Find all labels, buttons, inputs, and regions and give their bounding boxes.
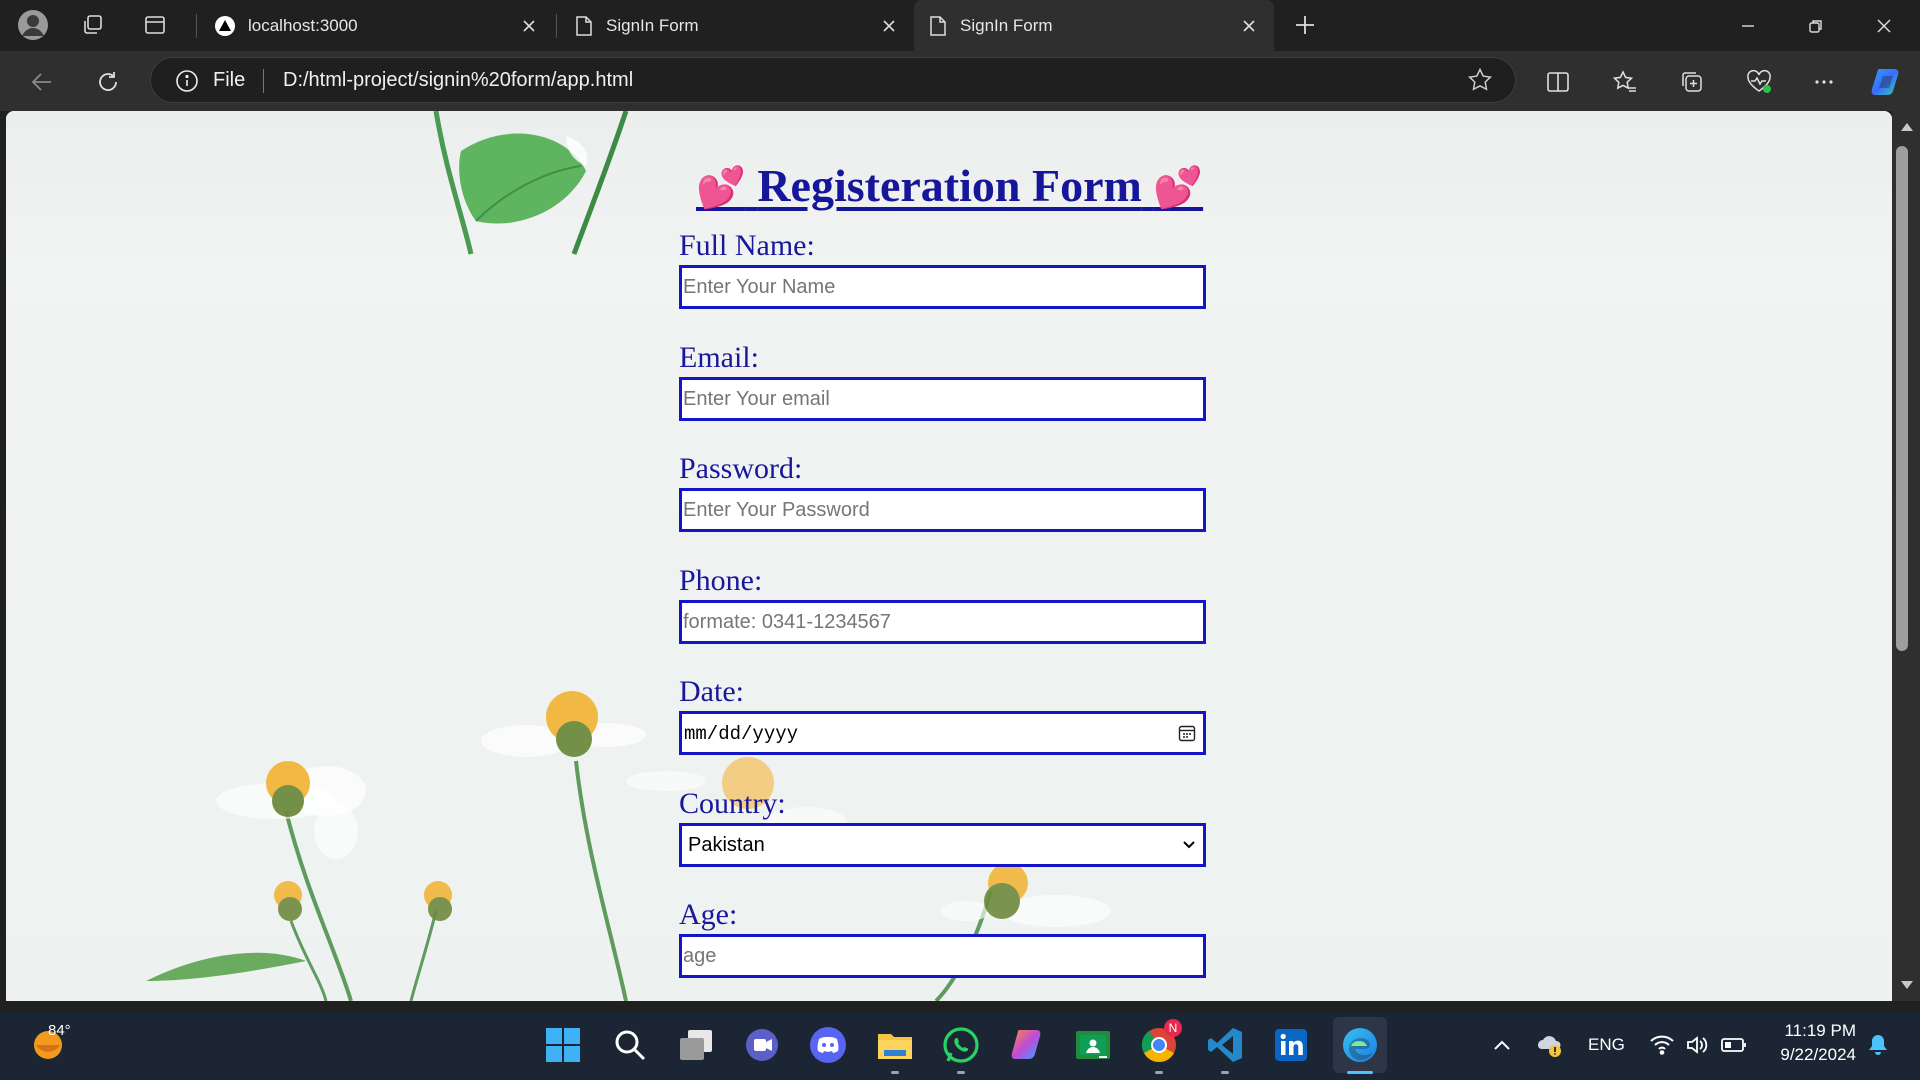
copilot-app-icon[interactable]: [1005, 1023, 1049, 1067]
phone-label: Phone:: [679, 564, 763, 597]
favorites-icon[interactable]: [1607, 64, 1643, 100]
workspaces-icon[interactable]: [76, 8, 110, 42]
vertical-tabs-icon[interactable]: [138, 8, 172, 42]
collections-icon[interactable]: [1674, 64, 1710, 100]
phone-placeholder: formate: 0341-1234567: [683, 611, 891, 633]
discord-icon[interactable]: [806, 1023, 850, 1067]
document-icon: [930, 15, 946, 36]
search-icon[interactable]: [608, 1023, 652, 1067]
tab-localhost[interactable]: localhost:3000: [200, 0, 554, 51]
full-name-placeholder: Enter Your Name: [683, 276, 836, 298]
scroll-down-arrow-icon[interactable]: [1900, 979, 1914, 991]
page-viewport: 💕 Registeration Form 💕 Full Name: Enter …: [6, 111, 1892, 1001]
weather-temperature: 84°: [48, 1022, 71, 1039]
file-explorer-icon[interactable]: [873, 1023, 917, 1067]
whatsapp-icon[interactable]: [939, 1023, 983, 1067]
calendar-icon[interactable]: [1177, 723, 1197, 748]
full-name-input[interactable]: Enter Your Name: [679, 265, 1206, 309]
windows-taskbar: 84° N ENG 11:19 PM 9/22/2024: [0, 1011, 1920, 1080]
tab-label: SignIn Form: [960, 15, 1053, 35]
linkedin-icon[interactable]: [1269, 1023, 1313, 1067]
back-arrow-icon[interactable]: [24, 64, 60, 100]
input-language[interactable]: ENG: [1588, 1035, 1625, 1055]
email-label: Email:: [679, 341, 759, 374]
full-name-label: Full Name:: [679, 229, 815, 262]
split-screen-icon[interactable]: [1540, 64, 1576, 100]
tab-label: SignIn Form: [606, 15, 699, 35]
nextjs-favicon-icon: [215, 15, 235, 36]
age-label: Age:: [679, 898, 738, 931]
onedrive-warning-icon[interactable]: [1527, 1023, 1571, 1067]
windows-start-icon[interactable]: [541, 1023, 585, 1067]
date-label: Date:: [679, 675, 744, 708]
running-indicator: [957, 1071, 965, 1074]
password-input[interactable]: Enter Your Password: [679, 488, 1206, 532]
document-icon: [576, 15, 592, 36]
show-hidden-icons-chevron-up-icon[interactable]: [1480, 1023, 1524, 1067]
tab-signin-form-1[interactable]: SignIn Form: [560, 0, 914, 51]
running-indicator: [891, 1071, 899, 1074]
hearts-icon: 💕: [1153, 165, 1204, 210]
info-icon[interactable]: [175, 69, 199, 98]
address-bar[interactable]: File D:/html-project/signin%20form/app.h…: [150, 57, 1516, 103]
battery-icon[interactable]: [1712, 1023, 1756, 1067]
minimize-icon[interactable]: [1714, 0, 1782, 51]
copilot-icon[interactable]: [1868, 64, 1904, 100]
form-title: 💕 Registeration Form 💕: [696, 159, 1203, 212]
task-view-icon[interactable]: [674, 1023, 718, 1067]
notification-bell-icon[interactable]: [1856, 1023, 1900, 1067]
tab-label: localhost:3000: [248, 15, 358, 35]
more-options-icon[interactable]: [1806, 64, 1842, 100]
tab-separator: [196, 14, 197, 38]
country-label: Country:: [679, 787, 786, 820]
chevron-down-icon: [1181, 838, 1197, 857]
email-input[interactable]: Enter Your email: [679, 377, 1206, 421]
restore-icon[interactable]: [1782, 0, 1850, 51]
country-select[interactable]: Pakistan: [679, 823, 1206, 867]
scroll-up-arrow-icon[interactable]: [1900, 121, 1914, 133]
password-placeholder: Enter Your Password: [683, 499, 870, 521]
address-divider: [263, 69, 264, 93]
new-tab-plus-icon[interactable]: [1288, 8, 1322, 42]
notification-badge: N: [1164, 1019, 1182, 1037]
active-indicator: [1347, 1071, 1373, 1074]
refresh-icon[interactable]: [90, 64, 126, 100]
profile-avatar-icon[interactable]: [16, 8, 50, 42]
google-classroom-icon[interactable]: [1071, 1023, 1115, 1067]
password-label: Password:: [679, 452, 803, 485]
hearts-icon: 💕: [696, 165, 746, 210]
close-icon[interactable]: [518, 15, 540, 37]
registration-form: 💕 Registeration Form 💕 Full Name: Enter …: [6, 111, 1892, 1001]
clock-time[interactable]: 11:19 PM: [1772, 1021, 1856, 1041]
browser-title-bar: localhost:3000 SignIn Form SignIn Form: [0, 0, 1920, 51]
date-input[interactable]: mm/dd/yyyy: [679, 711, 1206, 755]
running-indicator: [1155, 1071, 1163, 1074]
form-title-text: Registeration Form: [757, 160, 1142, 211]
running-indicator: [1221, 1071, 1229, 1074]
date-value: mm/dd/yyyy: [684, 723, 799, 745]
country-selected-value: Pakistan: [688, 834, 765, 856]
age-input[interactable]: age: [679, 934, 1206, 978]
edge-icon[interactable]: [1333, 1017, 1387, 1073]
tab-signin-form-active[interactable]: SignIn Form: [914, 0, 1274, 51]
email-placeholder: Enter Your email: [683, 388, 830, 410]
close-icon[interactable]: [878, 15, 900, 37]
scrollbar-thumb[interactable]: [1896, 146, 1908, 651]
scheme-label: File: [213, 69, 246, 91]
age-placeholder: age: [683, 945, 717, 967]
tab-separator: [556, 14, 557, 38]
clock-date[interactable]: 9/22/2024: [1772, 1045, 1856, 1065]
phone-input[interactable]: formate: 0341-1234567: [679, 600, 1206, 644]
browser-toolbar: File D:/html-project/signin%20form/app.h…: [0, 51, 1920, 111]
browser-essentials-icon[interactable]: [1741, 64, 1777, 100]
vscode-icon[interactable]: [1203, 1023, 1247, 1067]
window-close-icon[interactable]: [1850, 0, 1918, 51]
close-icon[interactable]: [1238, 15, 1260, 37]
teams-icon[interactable]: [740, 1023, 784, 1067]
favorite-star-icon[interactable]: [1467, 67, 1493, 98]
url-text[interactable]: D:/html-project/signin%20form/app.html: [283, 69, 633, 92]
